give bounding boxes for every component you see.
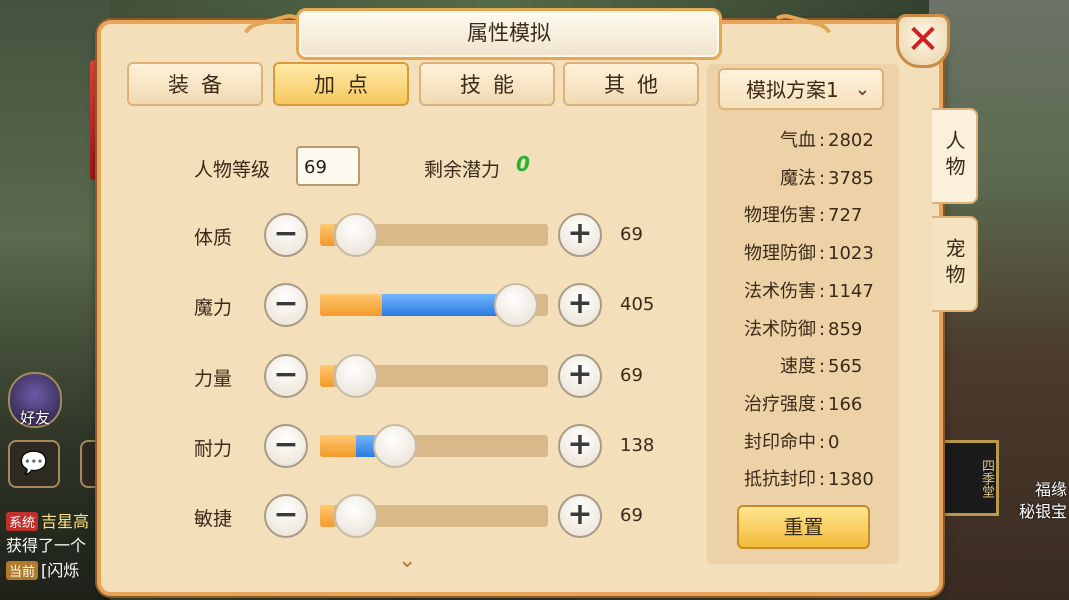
attribute-value: 565: [828, 356, 863, 378]
tab-add-points[interactable]: 加点: [273, 62, 409, 106]
stat-label: 力量: [194, 368, 233, 390]
minus-icon[interactable]: −: [264, 283, 308, 327]
chat-line: 当前 [闪烁: [6, 557, 79, 581]
slider-fill-added: [356, 435, 375, 457]
character-level-label: 人物等级: [194, 159, 271, 181]
attribute-separator: :: [818, 431, 826, 453]
attribute-name: 封印命中: [744, 431, 816, 453]
remaining-potential-label: 剩余潜力: [424, 159, 501, 181]
scheme-dropdown[interactable]: 模拟方案1 ⌄: [718, 68, 884, 110]
attribute-separator: :: [818, 356, 826, 378]
attribute-row: 魔法:3785: [708, 164, 886, 190]
attribute-value: 1380: [828, 469, 874, 491]
attribute-row: 治疗强度:166: [708, 390, 886, 416]
attribute-name: 抵抗封印: [744, 469, 816, 491]
stat-label: 耐力: [194, 438, 233, 460]
attribute-row: 物理防御:1023: [708, 239, 886, 265]
chat-line: 获得了一个: [6, 536, 87, 555]
attribute-row: 抵抗封印:1380: [708, 465, 886, 491]
slider-fill-base: [320, 224, 334, 246]
slider-fill-base: [320, 365, 334, 387]
attribute-name: 魔法: [780, 167, 816, 189]
stat-value: 69: [620, 505, 643, 526]
attribute-separator: :: [818, 280, 826, 302]
title-ornament-right: [762, 9, 838, 65]
slider-knob[interactable]: [373, 424, 418, 468]
attribute-row: 物理伤害:727: [708, 201, 886, 227]
chat-line: 系统 吉星高: [6, 508, 89, 532]
attribute-separator: :: [818, 318, 826, 340]
plus-icon[interactable]: +: [558, 494, 602, 538]
attribute-name: 治疗强度: [744, 393, 816, 415]
attribute-separator: :: [818, 469, 826, 491]
stat-label: 魔力: [194, 297, 233, 319]
scene-text: 秘银宝: [1018, 502, 1067, 521]
attribute-value: 2802: [828, 130, 874, 151]
minus-icon[interactable]: −: [264, 424, 308, 468]
slider-fill-base: [320, 294, 382, 316]
slider-fill-base: [320, 505, 334, 527]
panel-title: 属性模拟: [296, 8, 722, 60]
slider-knob[interactable]: [494, 283, 539, 327]
attribute-separator: :: [818, 393, 826, 415]
attribute-row: 封印命中:0: [708, 428, 886, 454]
plus-icon[interactable]: +: [558, 213, 602, 257]
minus-icon[interactable]: −: [264, 213, 308, 257]
slider-fill-added: [381, 294, 503, 316]
character-level-input[interactable]: 69: [296, 146, 360, 186]
plus-icon[interactable]: +: [558, 424, 602, 468]
attribute-value: 859: [828, 318, 863, 340]
attribute-name: 物理伤害: [744, 205, 816, 227]
attribute-value: 727: [828, 205, 863, 227]
attribute-name: 法术伤害: [744, 280, 816, 302]
friends-button[interactable]: 好友: [8, 372, 62, 428]
attribute-name: 速度: [780, 356, 816, 378]
minus-icon[interactable]: −: [264, 494, 308, 538]
scheme-selected: 模拟方案1: [746, 78, 839, 102]
stat-label: 敏捷: [194, 508, 233, 530]
attribute-name: 法术防御: [744, 318, 816, 340]
reset-button[interactable]: 重置: [737, 505, 870, 549]
attribute-row: 法术防御:859: [708, 315, 886, 341]
attribute-row: 速度:565: [708, 352, 886, 378]
stat-value: 69: [620, 224, 643, 245]
minus-icon[interactable]: −: [264, 354, 308, 398]
plus-icon[interactable]: +: [558, 354, 602, 398]
attribute-value: 1023: [828, 243, 874, 265]
attribute-separator: :: [818, 130, 826, 151]
chat-icon[interactable]: 💬: [8, 440, 60, 488]
friends-label: 好友: [19, 409, 50, 427]
remaining-potential-value: 0: [516, 152, 530, 176]
attribute-value: 0: [828, 431, 840, 453]
side-tab-pet[interactable]: 宠物: [932, 216, 978, 312]
scene-text: 福缘: [1034, 480, 1067, 499]
chevron-down-icon: ⌄: [854, 79, 870, 100]
scroll-down-icon[interactable]: ⌄: [398, 548, 416, 573]
attribute-name: 物理防御: [744, 243, 816, 265]
slider-fill-base: [320, 435, 357, 457]
stat-slider-track[interactable]: [320, 435, 548, 457]
stat-value: 69: [620, 365, 643, 386]
attribute-separator: :: [818, 167, 826, 189]
attribute-row: 气血:2802: [708, 126, 886, 152]
stat-value: 405: [620, 294, 655, 315]
attribute-value: 166: [828, 393, 863, 415]
attribute-value: 3785: [828, 167, 874, 189]
attribute-separator: :: [818, 205, 826, 227]
plus-icon[interactable]: +: [558, 283, 602, 327]
stat-value: 138: [620, 435, 655, 456]
tab-other[interactable]: 其他: [563, 62, 699, 106]
tab-equipment[interactable]: 装备: [127, 62, 263, 106]
stat-label: 体质: [194, 227, 233, 249]
attribute-name: 气血: [780, 130, 816, 151]
attribute-row: 法术伤害:1147: [708, 277, 886, 303]
close-icon[interactable]: ✕: [896, 14, 950, 68]
attribute-separator: :: [818, 243, 826, 265]
side-tab-character[interactable]: 人物: [932, 108, 978, 204]
attribute-value: 1147: [828, 280, 874, 302]
tab-skills[interactable]: 技能: [419, 62, 555, 106]
